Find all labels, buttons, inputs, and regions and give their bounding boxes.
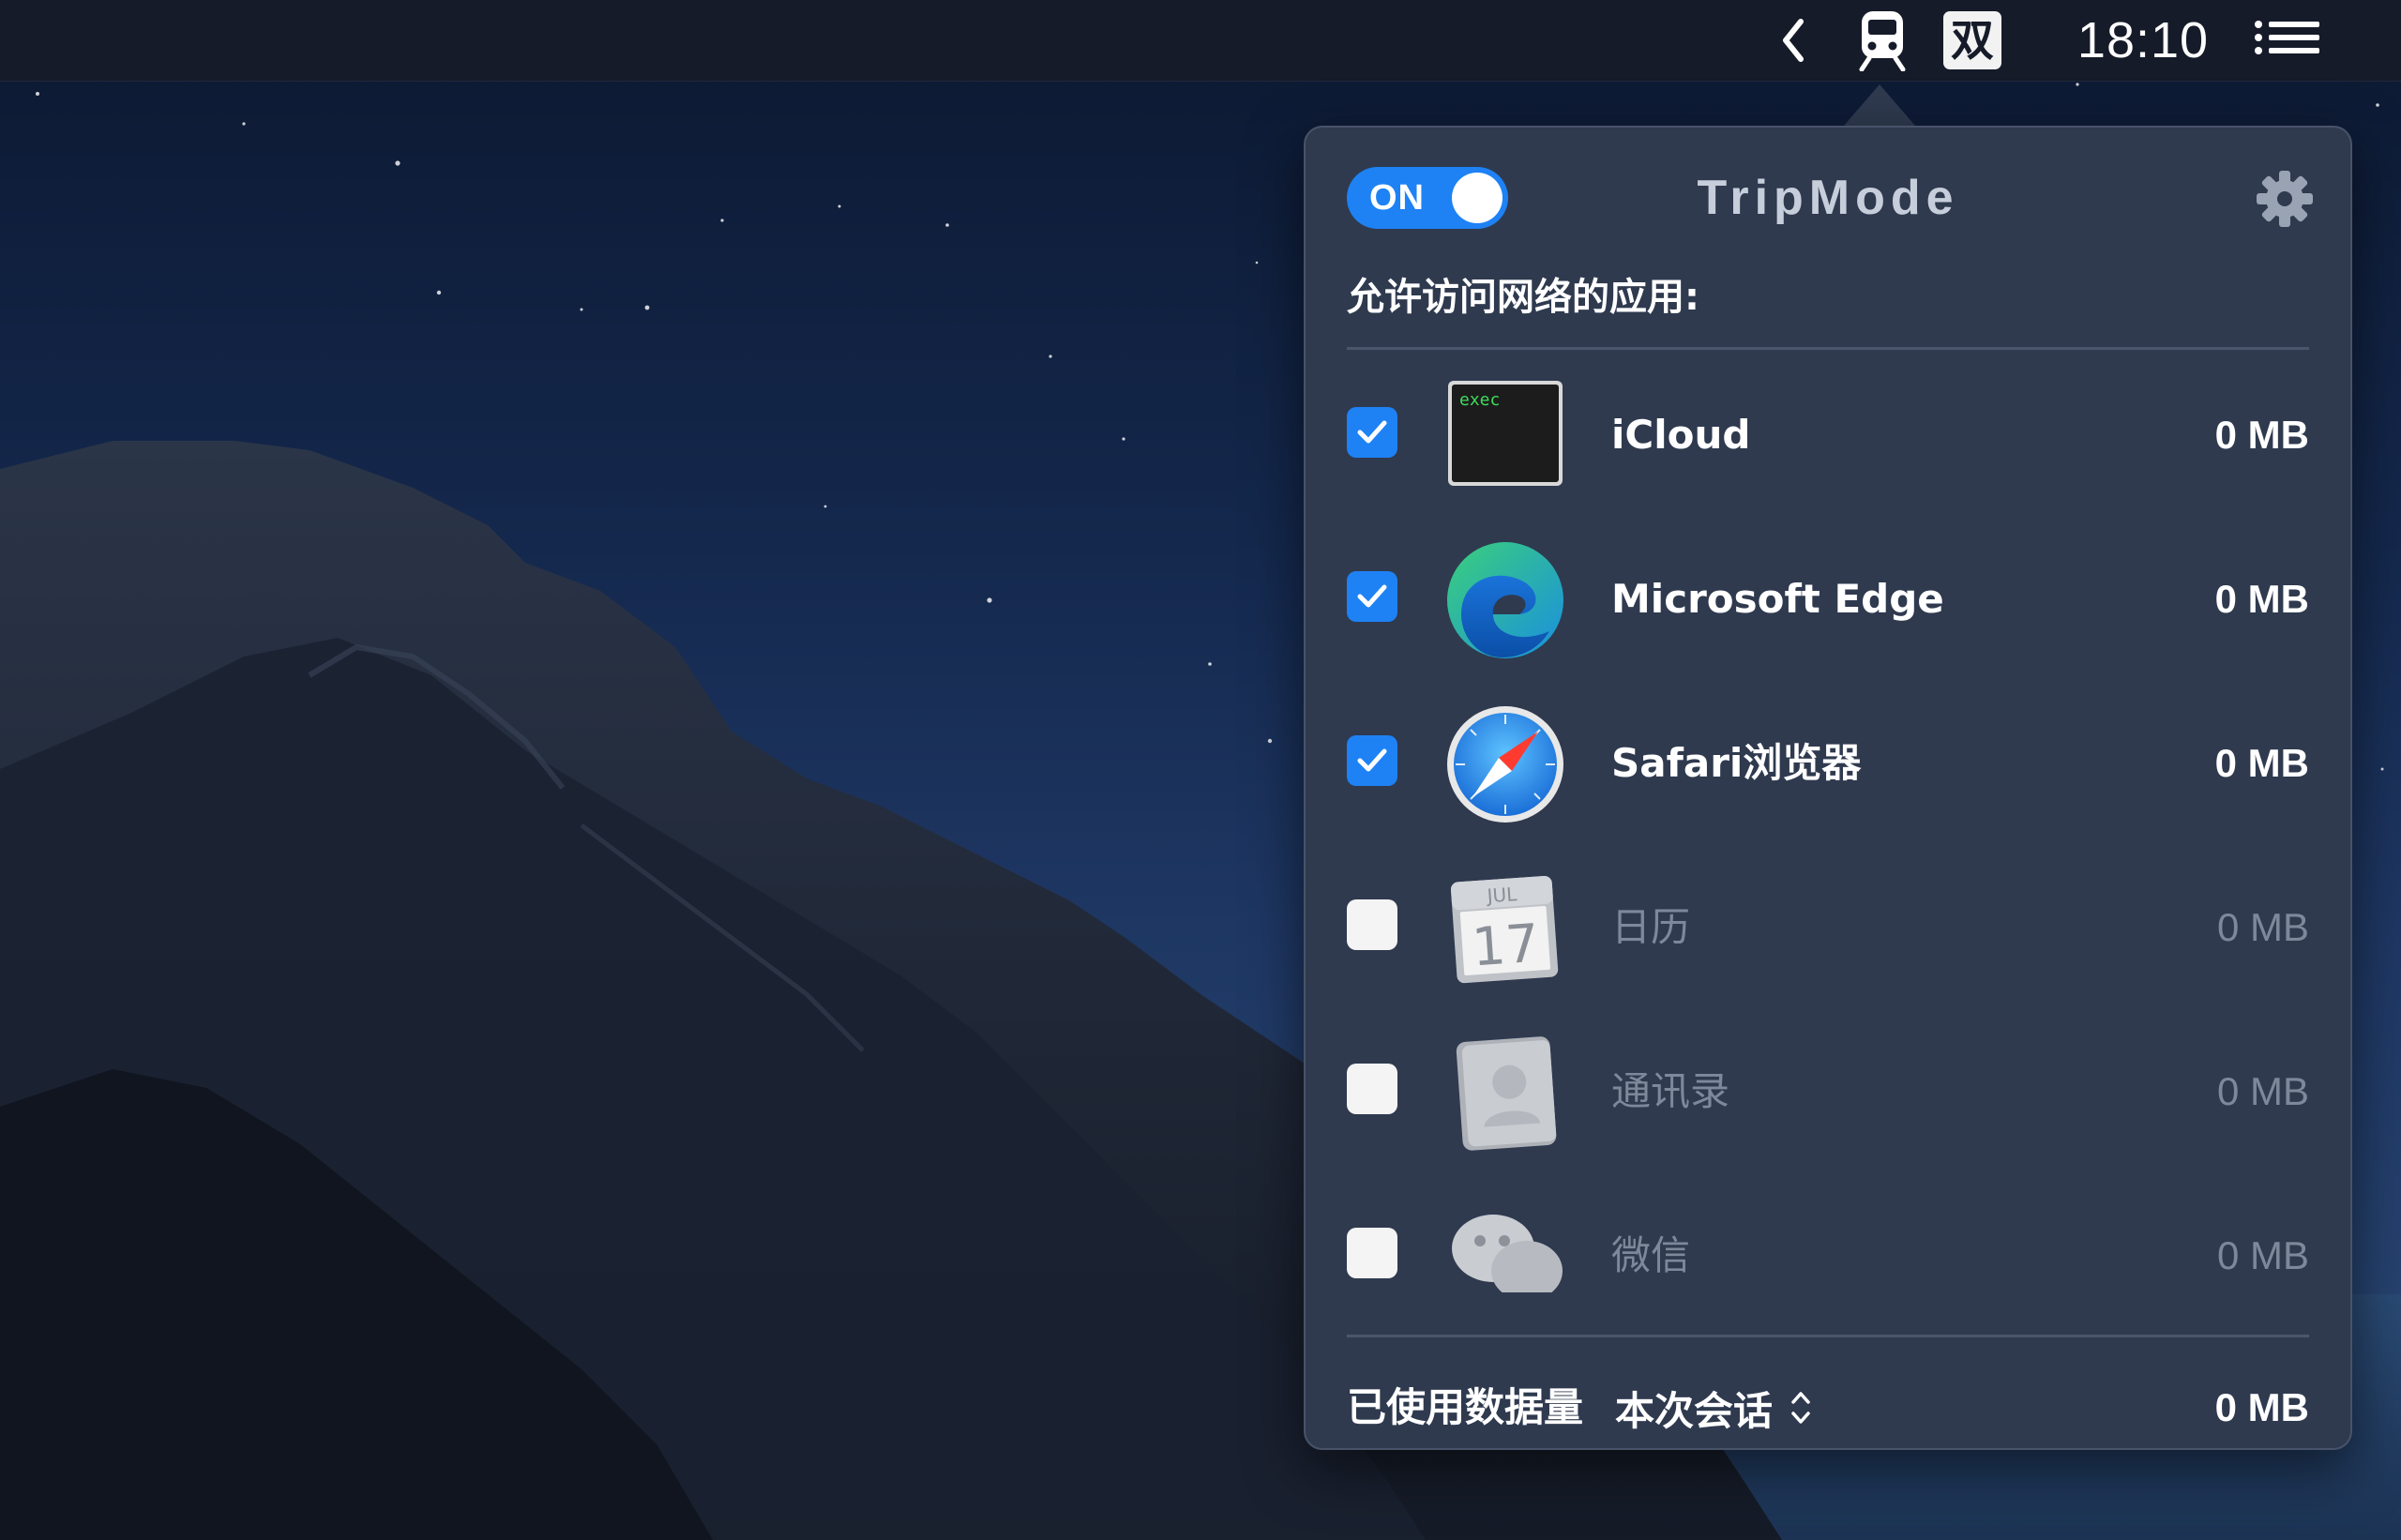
wechat-icon bbox=[1444, 1196, 1566, 1292]
data-usage-label: 已使用数据量 bbox=[1347, 1384, 1584, 1430]
app-checkbox-calendar[interactable] bbox=[1347, 899, 1397, 950]
app-checkbox-wechat[interactable] bbox=[1347, 1228, 1397, 1278]
total-data-usage: 0 MB bbox=[2214, 1385, 2309, 1429]
divider bbox=[1347, 1335, 2309, 1337]
calendar-month: JUL bbox=[1485, 883, 1518, 907]
app-row-contacts: 通讯录 0 MB bbox=[1306, 1009, 2350, 1173]
app-checkbox-contacts[interactable] bbox=[1347, 1064, 1397, 1114]
up-down-chevron-icon bbox=[1789, 1388, 1812, 1427]
app-name: Microsoft Edge bbox=[1611, 576, 1944, 622]
input-method-indicator[interactable]: 双 bbox=[1942, 0, 2002, 81]
section-title: 允许访问网络的应用: bbox=[1347, 276, 1699, 319]
safari-compass-icon bbox=[1444, 703, 1566, 825]
calendar-icon: JUL 17 bbox=[1444, 868, 1566, 989]
app-data-size: 0 MB bbox=[2214, 577, 2309, 621]
notification-list-icon[interactable] bbox=[2251, 0, 2322, 81]
toggle-label: ON bbox=[1369, 178, 1425, 218]
divider bbox=[1347, 347, 2309, 350]
exec-label: exec bbox=[1459, 390, 1500, 410]
input-method-label: 双 bbox=[1943, 11, 2001, 69]
app-name: iCloud bbox=[1611, 412, 1751, 458]
app-data-size: 0 MB bbox=[2216, 905, 2309, 949]
edge-icon bbox=[1444, 539, 1566, 661]
train-icon[interactable] bbox=[1855, 0, 1910, 81]
contacts-icon bbox=[1444, 1032, 1566, 1154]
popover-arrow bbox=[1844, 84, 1915, 126]
exec-terminal-icon: exec bbox=[1444, 375, 1566, 497]
toggle-knob bbox=[1452, 173, 1503, 223]
session-period-value: 本次会话 bbox=[1615, 1387, 1774, 1434]
app-row-wechat: 微信 0 MB bbox=[1306, 1173, 2350, 1292]
app-row-calendar: JUL 17 日历 0 MB bbox=[1306, 845, 2350, 1009]
app-checkbox-safari[interactable] bbox=[1347, 735, 1397, 786]
app-name: Safari浏览器 bbox=[1611, 740, 1862, 786]
session-period-select[interactable]: 本次会话 bbox=[1615, 1375, 1812, 1441]
gear-icon[interactable] bbox=[2255, 169, 2315, 229]
app-row-microsoft-edge: Microsoft Edge 0 MB bbox=[1306, 517, 2350, 681]
checkmark-icon bbox=[1357, 748, 1387, 772]
checkmark-icon bbox=[1357, 584, 1387, 608]
calendar-day: 17 bbox=[1470, 913, 1541, 979]
app-row-safari: Safari浏览器 0 MB bbox=[1306, 681, 2350, 845]
app-row-icloud: exec iCloud 0 MB bbox=[1306, 353, 2350, 517]
app-checkbox-microsoft-edge[interactable] bbox=[1347, 571, 1397, 622]
app-data-size: 0 MB bbox=[2214, 741, 2309, 785]
menubar-clock[interactable]: 18:10 bbox=[2063, 0, 2223, 81]
app-data-size: 0 MB bbox=[2216, 1069, 2309, 1113]
app-list[interactable]: exec iCloud 0 MB Microsoft Edge 0 MB Saf… bbox=[1306, 353, 2350, 1292]
tripmode-popover: ON TripMode 允许访问网络的应用: exec iCloud 0 MB … bbox=[1304, 126, 2352, 1450]
tripmode-toggle[interactable]: ON bbox=[1347, 167, 1508, 229]
checkmark-icon bbox=[1357, 420, 1387, 444]
chevron-left-icon[interactable] bbox=[1775, 0, 1813, 81]
app-data-size: 0 MB bbox=[2214, 413, 2309, 457]
app-checkbox-icloud[interactable] bbox=[1347, 407, 1397, 458]
app-name: 通讯录 bbox=[1611, 1068, 1730, 1114]
app-data-size: 0 MB bbox=[2216, 1233, 2309, 1277]
app-name: 日历 bbox=[1611, 904, 1691, 950]
app-name: 微信 bbox=[1611, 1232, 1691, 1278]
menu-bar: 双 18:10 bbox=[0, 0, 2401, 82]
